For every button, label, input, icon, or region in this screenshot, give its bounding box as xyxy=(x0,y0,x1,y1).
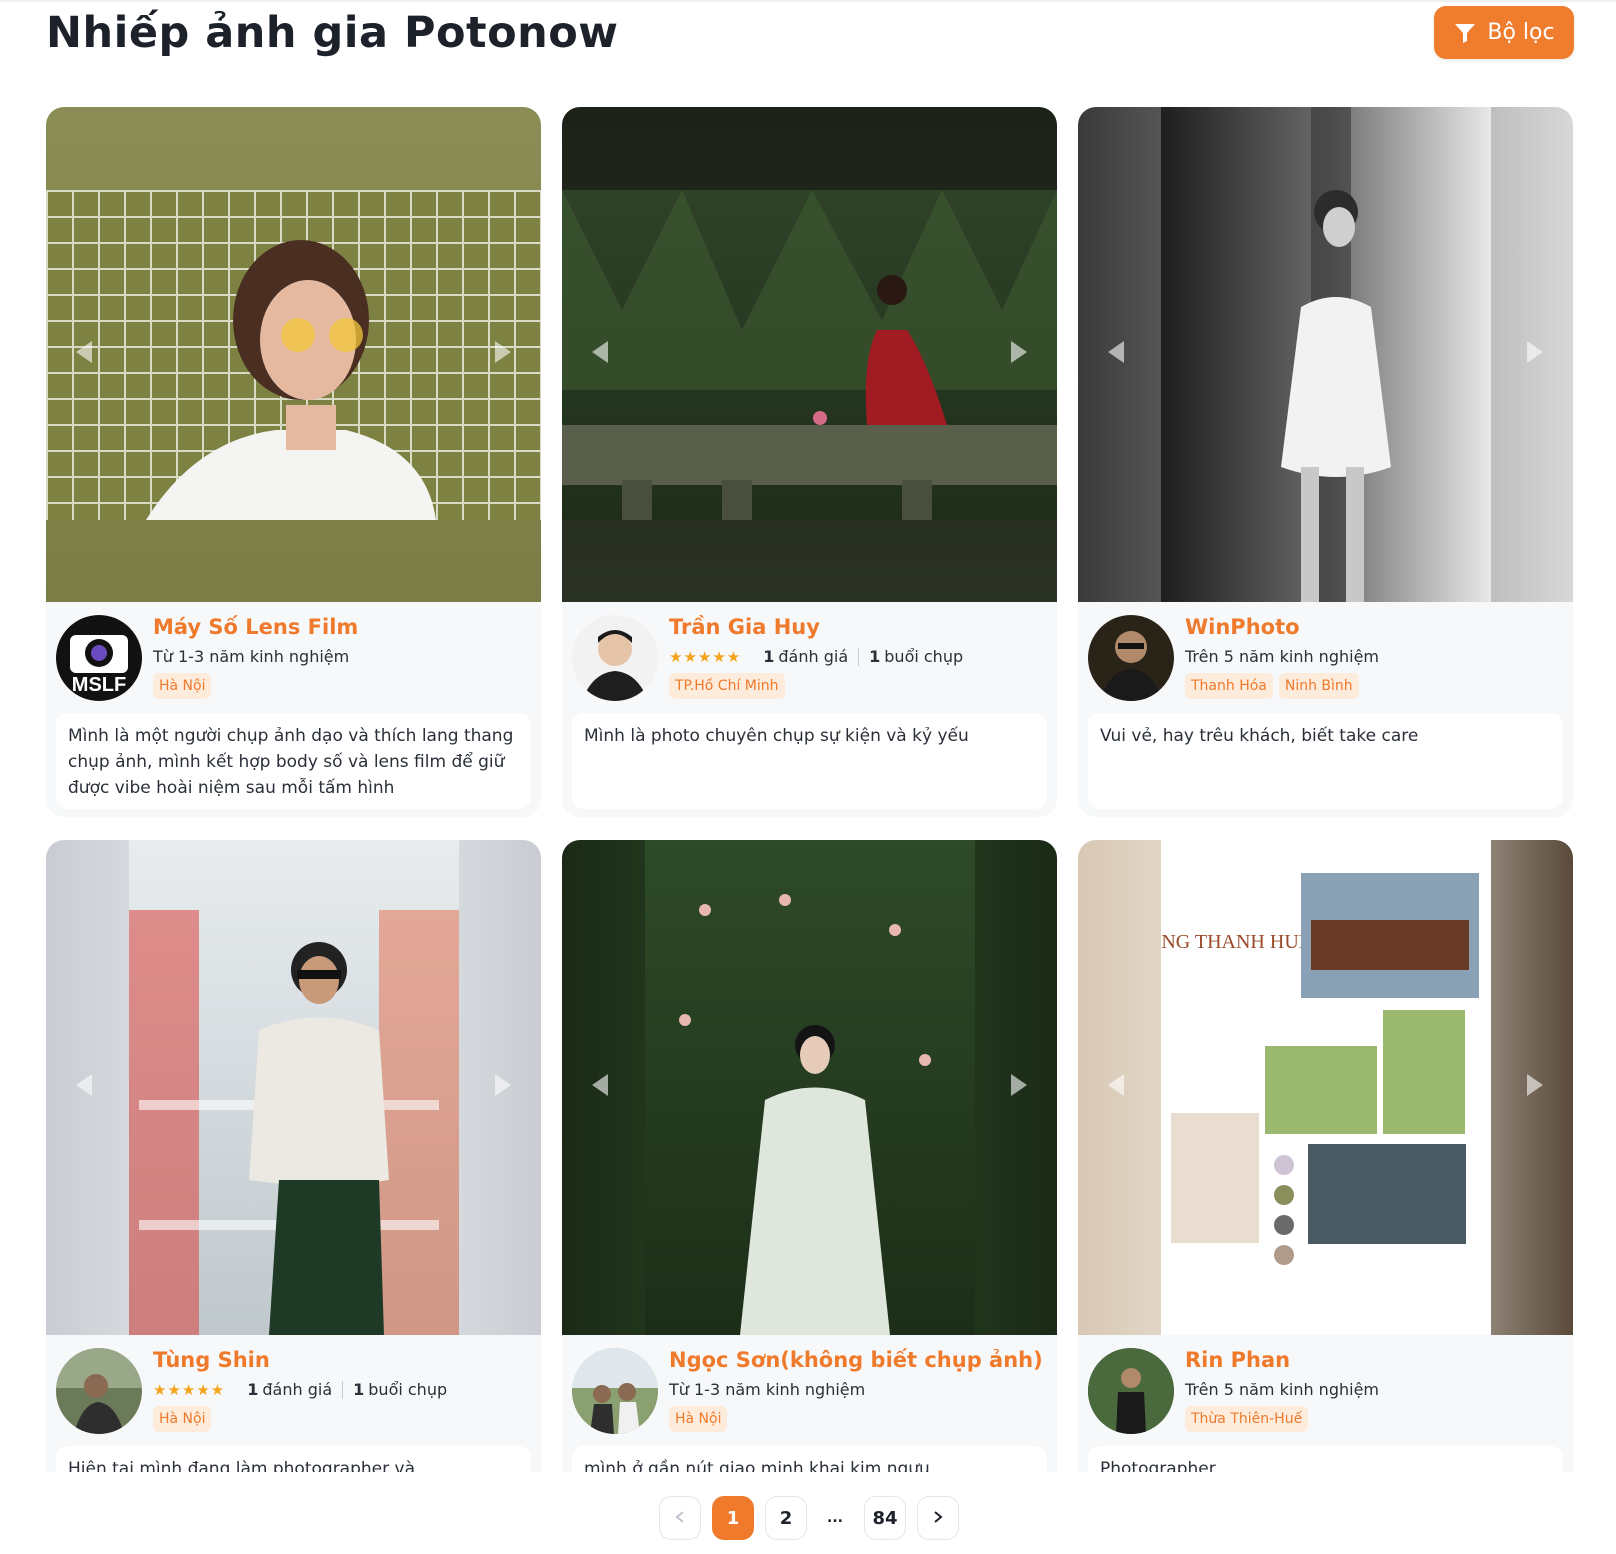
page-button[interactable]: 2 xyxy=(765,1496,807,1540)
funnel-icon xyxy=(1453,21,1477,45)
location-tags: Hà Nội xyxy=(153,1406,212,1432)
photographer-card[interactable]: MSLF Máy Số Lens Film Từ 1-3 năm kinh ng… xyxy=(46,107,541,817)
photographer-description: Photographer xyxy=(1088,1446,1563,1472)
carousel-prev-icon[interactable] xyxy=(586,337,616,367)
location-tags: Thừa Thiên-Huế xyxy=(1185,1406,1309,1432)
carousel-next-icon[interactable] xyxy=(487,337,517,367)
photographer-grid: MSLF Máy Số Lens Film Từ 1-3 năm kinh ng… xyxy=(0,100,1616,1472)
carousel-prev-icon[interactable] xyxy=(1102,1070,1132,1100)
photo-carousel[interactable] xyxy=(1078,107,1573,602)
page-title: Nhiếp ảnh gia Potonow xyxy=(46,8,619,58)
carousel-prev-icon[interactable] xyxy=(1102,337,1132,367)
photographer-description: Mình là photo chuyên chụp sự kiện và kỷ … xyxy=(572,713,1047,809)
photographer-card[interactable]: Tùng Shin ★★★★★ 1 đánh giá 1 buổi chụp H… xyxy=(46,840,541,1472)
location-tags: Hà Nội xyxy=(669,1406,728,1432)
location-tags: TP.Hồ Chí Minh xyxy=(669,673,785,699)
review-label: đánh giá xyxy=(778,647,849,666)
carousel-next-icon[interactable] xyxy=(487,1070,517,1100)
photographer-name[interactable]: Máy Số Lens Film xyxy=(153,615,358,639)
carousel-next-icon[interactable] xyxy=(1519,337,1549,367)
portrait-photo: HOANG THANH HUE 2025 xyxy=(1161,840,1491,1335)
photographer-name[interactable]: Trần Gia Huy xyxy=(669,615,820,639)
portrait-photo xyxy=(562,190,1057,520)
photo-carousel[interactable]: HOANG THANH HUE 2025 xyxy=(1078,840,1573,1335)
review-label: đánh giá xyxy=(262,1380,333,1399)
avatar-logo-text: MSLF xyxy=(72,674,126,696)
location-tags: Thanh Hóa Ninh Bình xyxy=(1185,673,1359,699)
star-rating: ★★★★★ xyxy=(153,1380,226,1399)
page-button[interactable]: 84 xyxy=(864,1496,906,1540)
star-rating: ★★★★★ xyxy=(669,647,742,666)
photographer-card[interactable]: HOANG THANH HUE 2025 xyxy=(1078,840,1573,1472)
photo-carousel[interactable] xyxy=(46,107,541,602)
photographer-card[interactable]: Trần Gia Huy ★★★★★ 1 đánh giá 1 buổi chụ… xyxy=(562,107,1057,817)
photo-carousel[interactable] xyxy=(562,107,1057,602)
photographer-card[interactable]: WinPhoto Trên 5 năm kinh nghiệm Thanh Hó… xyxy=(1078,107,1573,817)
location-tag: Hà Nội xyxy=(669,1406,728,1432)
avatar[interactable] xyxy=(56,1348,142,1434)
top-divider xyxy=(0,0,1616,2)
filter-button[interactable]: Bộ lọc xyxy=(1434,6,1574,59)
carousel-prev-icon[interactable] xyxy=(586,1070,616,1100)
photographer-description: Vui vẻ, hay trêu khách, biết take care xyxy=(1088,713,1563,809)
meta-divider xyxy=(342,1380,344,1399)
location-tag: Thanh Hóa xyxy=(1185,673,1273,699)
photographer-name[interactable]: WinPhoto xyxy=(1185,615,1300,639)
experience-text: Trên 5 năm kinh nghiệm xyxy=(1185,1380,1379,1399)
location-tag: TP.Hồ Chí Minh xyxy=(669,673,785,699)
pagination-prev-button[interactable] xyxy=(659,1496,701,1540)
location-tag: Thừa Thiên-Huế xyxy=(1185,1406,1309,1432)
experience-text: Từ 1-3 năm kinh nghiệm xyxy=(669,1380,866,1399)
location-tag: Hà Nội xyxy=(153,673,212,699)
meta-divider xyxy=(858,647,860,666)
photographer-description: Hiện tại mình đang làm photographer và xyxy=(56,1446,531,1472)
carousel-next-icon[interactable] xyxy=(1003,1070,1033,1100)
rating-row: ★★★★★ 1 đánh giá 1 buổi chụp xyxy=(669,647,963,666)
portrait-photo xyxy=(645,840,975,1335)
photographer-description: Mình là một người chụp ảnh dạo và thích … xyxy=(56,713,531,809)
photographer-card[interactable]: Ngọc Sơn(không biết chụp ảnh) Từ 1-3 năm… xyxy=(562,840,1057,1472)
session-count: 1 xyxy=(353,1380,365,1399)
avatar[interactable]: MSLF xyxy=(56,615,142,701)
session-label: buổi chụp xyxy=(884,647,964,666)
chevron-right-icon xyxy=(931,1508,945,1529)
portrait-photo xyxy=(1161,107,1491,602)
rating-row: ★★★★★ 1 đánh giá 1 buổi chụp xyxy=(153,1380,447,1399)
experience-text: Từ 1-3 năm kinh nghiệm xyxy=(153,647,350,666)
portrait-photo xyxy=(129,840,459,1335)
avatar[interactable] xyxy=(572,1348,658,1434)
portrait-photo xyxy=(46,190,541,520)
review-count: 1 xyxy=(763,647,775,666)
photographer-name[interactable]: Rin Phan xyxy=(1185,1348,1290,1372)
page-ellipsis: ... xyxy=(827,1510,843,1526)
location-tag: Hà Nội xyxy=(153,1406,212,1432)
experience-text: Trên 5 năm kinh nghiệm xyxy=(1185,647,1379,666)
avatar[interactable] xyxy=(1088,615,1174,701)
filter-button-label: Bộ lọc xyxy=(1487,20,1555,45)
photographer-name[interactable]: Ngọc Sơn(không biết chụp ảnh) xyxy=(669,1348,1043,1372)
page-button[interactable]: 1 xyxy=(712,1496,754,1540)
session-count: 1 xyxy=(869,647,881,666)
carousel-prev-icon[interactable] xyxy=(70,1070,100,1100)
pagination-next-button[interactable] xyxy=(917,1496,959,1540)
photographer-description: mình ở gần nút giao minh khai kim ngưu xyxy=(572,1446,1047,1472)
review-count: 1 xyxy=(247,1380,259,1399)
session-label: buổi chụp xyxy=(368,1380,448,1399)
location-tag: Ninh Bình xyxy=(1278,673,1359,699)
photo-carousel[interactable] xyxy=(562,840,1057,1335)
photographer-name[interactable]: Tùng Shin xyxy=(153,1348,270,1372)
location-tags: Hà Nội xyxy=(153,673,212,699)
avatar[interactable] xyxy=(1088,1348,1174,1434)
avatar[interactable] xyxy=(572,615,658,701)
carousel-next-icon[interactable] xyxy=(1519,1070,1549,1100)
photo-carousel[interactable] xyxy=(46,840,541,1335)
pagination: 1 2 ... 84 xyxy=(0,1496,1616,1540)
chevron-left-icon xyxy=(673,1508,687,1529)
carousel-next-icon[interactable] xyxy=(1003,337,1033,367)
carousel-prev-icon[interactable] xyxy=(70,337,100,367)
